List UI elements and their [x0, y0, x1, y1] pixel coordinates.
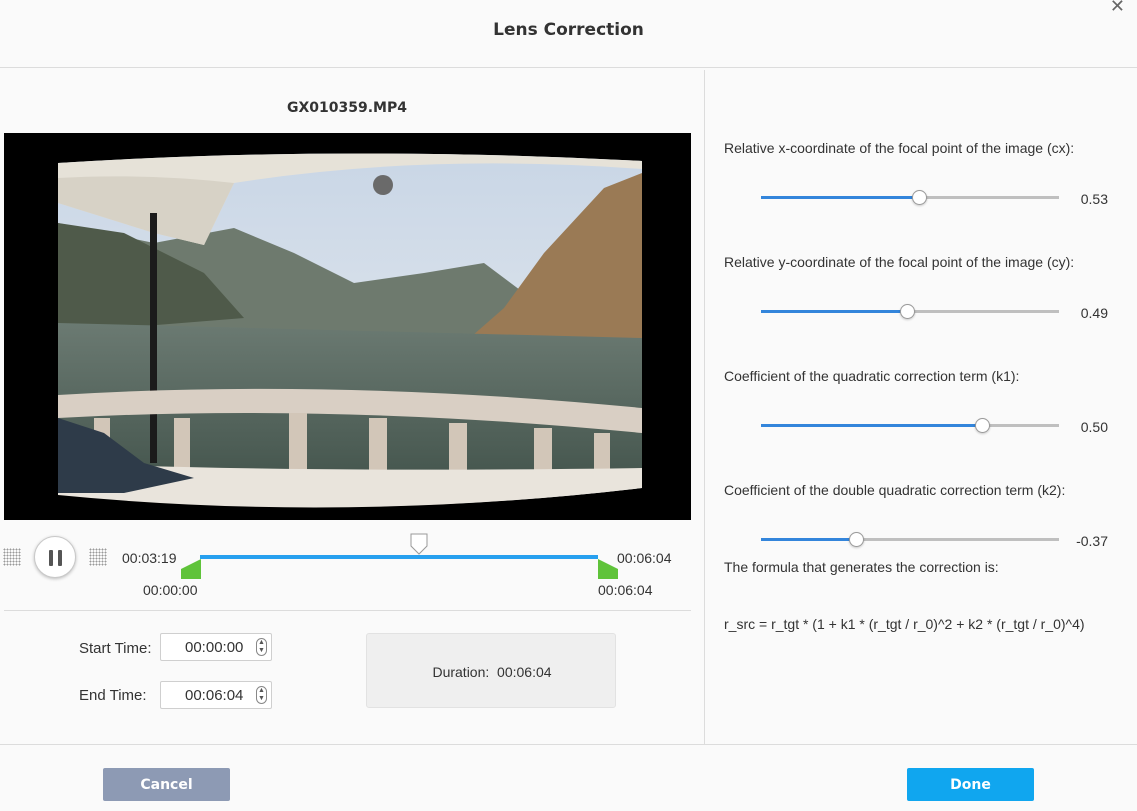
slider-knob[interactable]	[849, 532, 865, 547]
clip-end-time: 00:06:04	[617, 550, 672, 566]
pause-icon	[49, 550, 53, 566]
clip-end-time-bottom: 00:06:04	[598, 582, 653, 598]
duration-label: Duration:	[432, 664, 490, 680]
video-frame-image	[58, 153, 642, 508]
current-time: 00:03:19	[122, 550, 177, 566]
duration-text: Duration: 00:06:04	[367, 664, 617, 680]
param-label-k1: Coefficient of the quadratic correction …	[724, 368, 1020, 384]
formula-text: r_src = r_tgt * (1 + k1 * (r_tgt / r_0)^…	[724, 616, 1085, 632]
clip-start-time: 00:00:00	[143, 582, 198, 598]
cx-value: 0.53	[1080, 191, 1108, 207]
k2-value: -0.37	[1076, 533, 1108, 549]
trim-track[interactable]	[200, 555, 598, 559]
playhead-marker[interactable]	[410, 533, 428, 555]
end-time-stepper[interactable]: 00:06:04 ▲ ▼	[160, 681, 272, 709]
panel-divider	[704, 70, 705, 744]
pause-button[interactable]	[34, 536, 76, 578]
param-label-cx: Relative x-coordinate of the focal point…	[724, 140, 1075, 156]
duration-value: 00:06:04	[497, 664, 552, 680]
start-time-value: 00:00:00	[185, 639, 244, 656]
k1-value: 0.50	[1080, 419, 1108, 435]
dialog-header: Lens Correction ✕	[0, 0, 1137, 68]
stepper-arrows-icon[interactable]: ▲ ▼	[256, 686, 267, 704]
video-filename: GX010359.MP4	[287, 100, 407, 116]
duration-box: Duration: 00:06:04	[366, 633, 616, 708]
video-preview	[4, 133, 691, 520]
pause-icon-bar	[58, 550, 62, 566]
slider-knob[interactable]	[900, 304, 916, 319]
cy-value: 0.49	[1080, 305, 1108, 321]
grip-icon[interactable]	[3, 548, 21, 566]
start-time-label: Start Time:	[79, 640, 152, 657]
start-time-stepper[interactable]: 00:00:00 ▲ ▼	[160, 633, 272, 661]
cancel-button[interactable]: Cancel	[103, 768, 230, 801]
param-label-k2: Coefficient of the double quadratic corr…	[724, 482, 1066, 498]
done-button[interactable]: Done	[907, 768, 1034, 801]
trim-end-handle[interactable]	[598, 559, 618, 579]
formula-intro: The formula that generates the correctio…	[724, 559, 999, 575]
grip-icon-right[interactable]	[89, 548, 107, 566]
end-time-value: 00:06:04	[185, 687, 244, 704]
cy-slider[interactable]	[761, 304, 1059, 319]
slider-knob[interactable]	[974, 418, 990, 433]
end-time-label: End Time:	[79, 687, 147, 704]
dialog-title: Lens Correction	[493, 20, 644, 40]
trim-start-handle[interactable]	[181, 559, 201, 579]
k2-slider[interactable]	[761, 532, 1059, 547]
slider-knob[interactable]	[911, 190, 927, 205]
param-label-cy: Relative y-coordinate of the focal point…	[724, 254, 1075, 270]
section-divider	[4, 610, 691, 611]
k1-slider[interactable]	[761, 418, 1059, 433]
stepper-arrows-icon[interactable]: ▲ ▼	[256, 638, 267, 656]
close-icon[interactable]: ✕	[1110, 0, 1125, 17]
cx-slider[interactable]	[761, 190, 1059, 205]
